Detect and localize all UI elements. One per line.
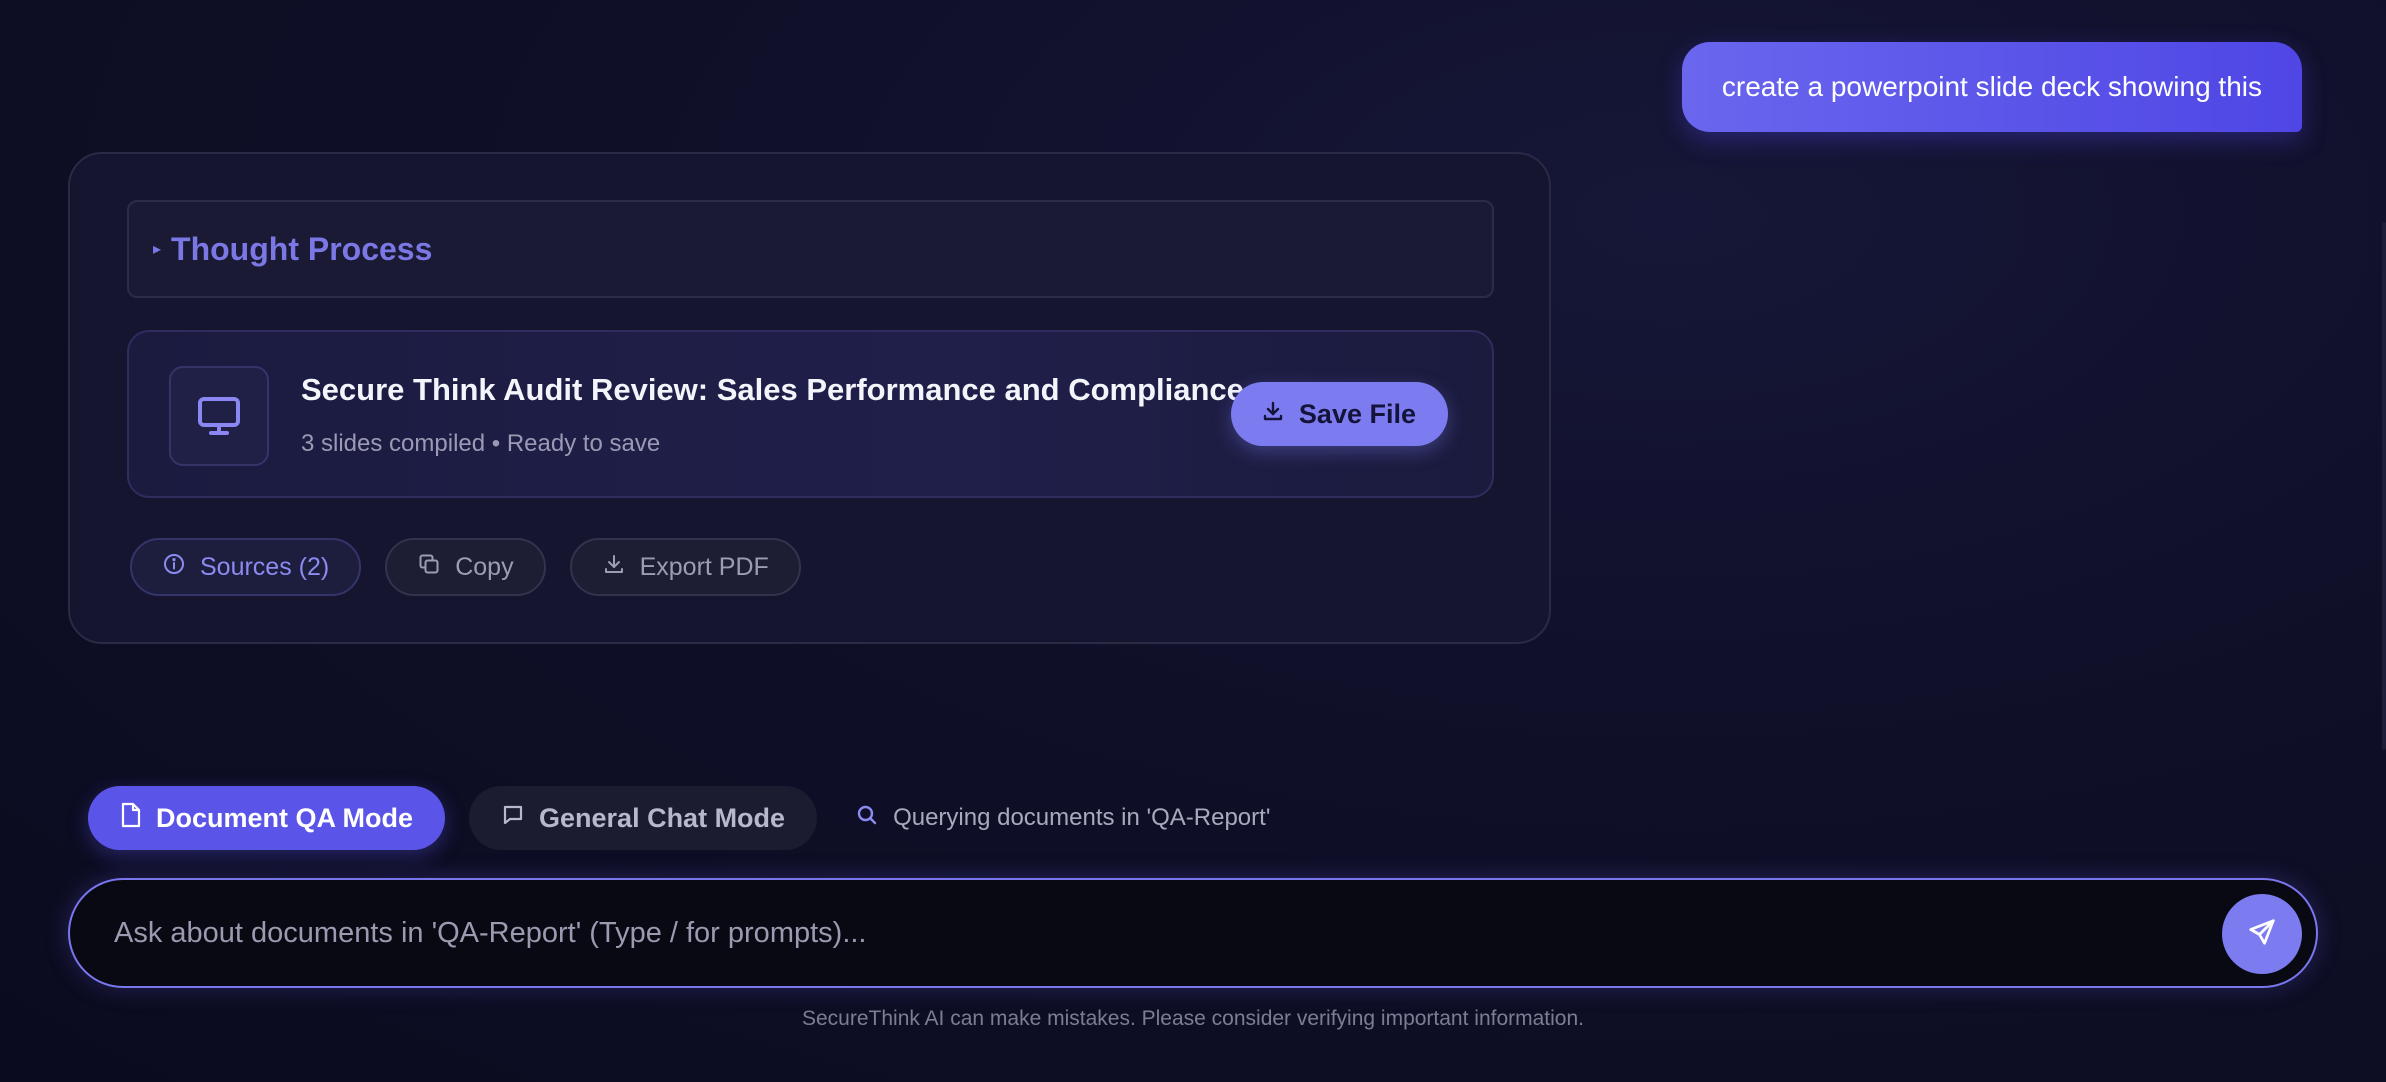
mode-selector: Document QA Mode General Chat Mode Query… bbox=[88, 786, 1270, 850]
file-title: Secure Think Audit Review: Sales Perform… bbox=[301, 372, 1244, 407]
query-status-text: Querying documents in 'QA-Report' bbox=[893, 804, 1271, 831]
generated-file-card: Secure Think Audit Review: Sales Perform… bbox=[127, 330, 1494, 498]
response-actions: Sources (2) Copy Export PDF bbox=[130, 538, 801, 596]
composer bbox=[68, 878, 2318, 988]
send-button[interactable] bbox=[2222, 894, 2302, 974]
caret-right-icon: ▸ bbox=[153, 241, 162, 258]
document-icon bbox=[120, 802, 142, 835]
assistant-response-card: ▸ Thought Process Secure Think Audit Rev… bbox=[68, 152, 1551, 644]
query-status: Querying documents in 'QA-Report' bbox=[855, 803, 1270, 834]
chat-bubble-icon bbox=[501, 803, 525, 834]
chat-page: create a powerpoint slide deck showing t… bbox=[0, 0, 2386, 1082]
save-file-button[interactable]: Save File bbox=[1230, 382, 1448, 446]
thought-process-toggle[interactable]: ▸ Thought Process bbox=[127, 200, 1494, 298]
search-icon bbox=[855, 803, 879, 834]
disclaimer: SecureThink AI can make mistakes. Please… bbox=[801, 1007, 1584, 1030]
scrollbar[interactable] bbox=[2382, 222, 2386, 750]
message-input[interactable] bbox=[114, 880, 2154, 986]
user-message-text: create a powerpoint slide deck showing t… bbox=[1721, 71, 2262, 102]
export-pdf-label: Export PDF bbox=[639, 552, 769, 581]
document-qa-mode-label: Document QA Mode bbox=[156, 802, 414, 833]
export-pdf-button[interactable]: Export PDF bbox=[569, 538, 801, 596]
copy-icon bbox=[417, 552, 441, 583]
download-icon bbox=[1261, 399, 1285, 430]
general-chat-mode-button[interactable]: General Chat Mode bbox=[469, 786, 818, 850]
download-icon bbox=[602, 552, 626, 583]
save-file-label: Save File bbox=[1298, 398, 1416, 429]
file-status: 3 slides compiled • Ready to save bbox=[301, 430, 661, 457]
sources-label: Sources (2) bbox=[200, 552, 330, 581]
copy-button[interactable]: Copy bbox=[385, 538, 546, 596]
user-message-bubble: create a powerpoint slide deck showing t… bbox=[1681, 42, 2302, 132]
thought-process-label: Thought Process bbox=[171, 230, 433, 267]
sources-button[interactable]: Sources (2) bbox=[130, 538, 362, 596]
send-icon bbox=[2247, 917, 2277, 952]
monitor-icon bbox=[169, 366, 269, 466]
copy-label: Copy bbox=[455, 552, 514, 581]
document-qa-mode-button[interactable]: Document QA Mode bbox=[88, 786, 446, 850]
info-icon bbox=[162, 552, 186, 583]
general-chat-mode-label: General Chat Mode bbox=[539, 802, 786, 833]
